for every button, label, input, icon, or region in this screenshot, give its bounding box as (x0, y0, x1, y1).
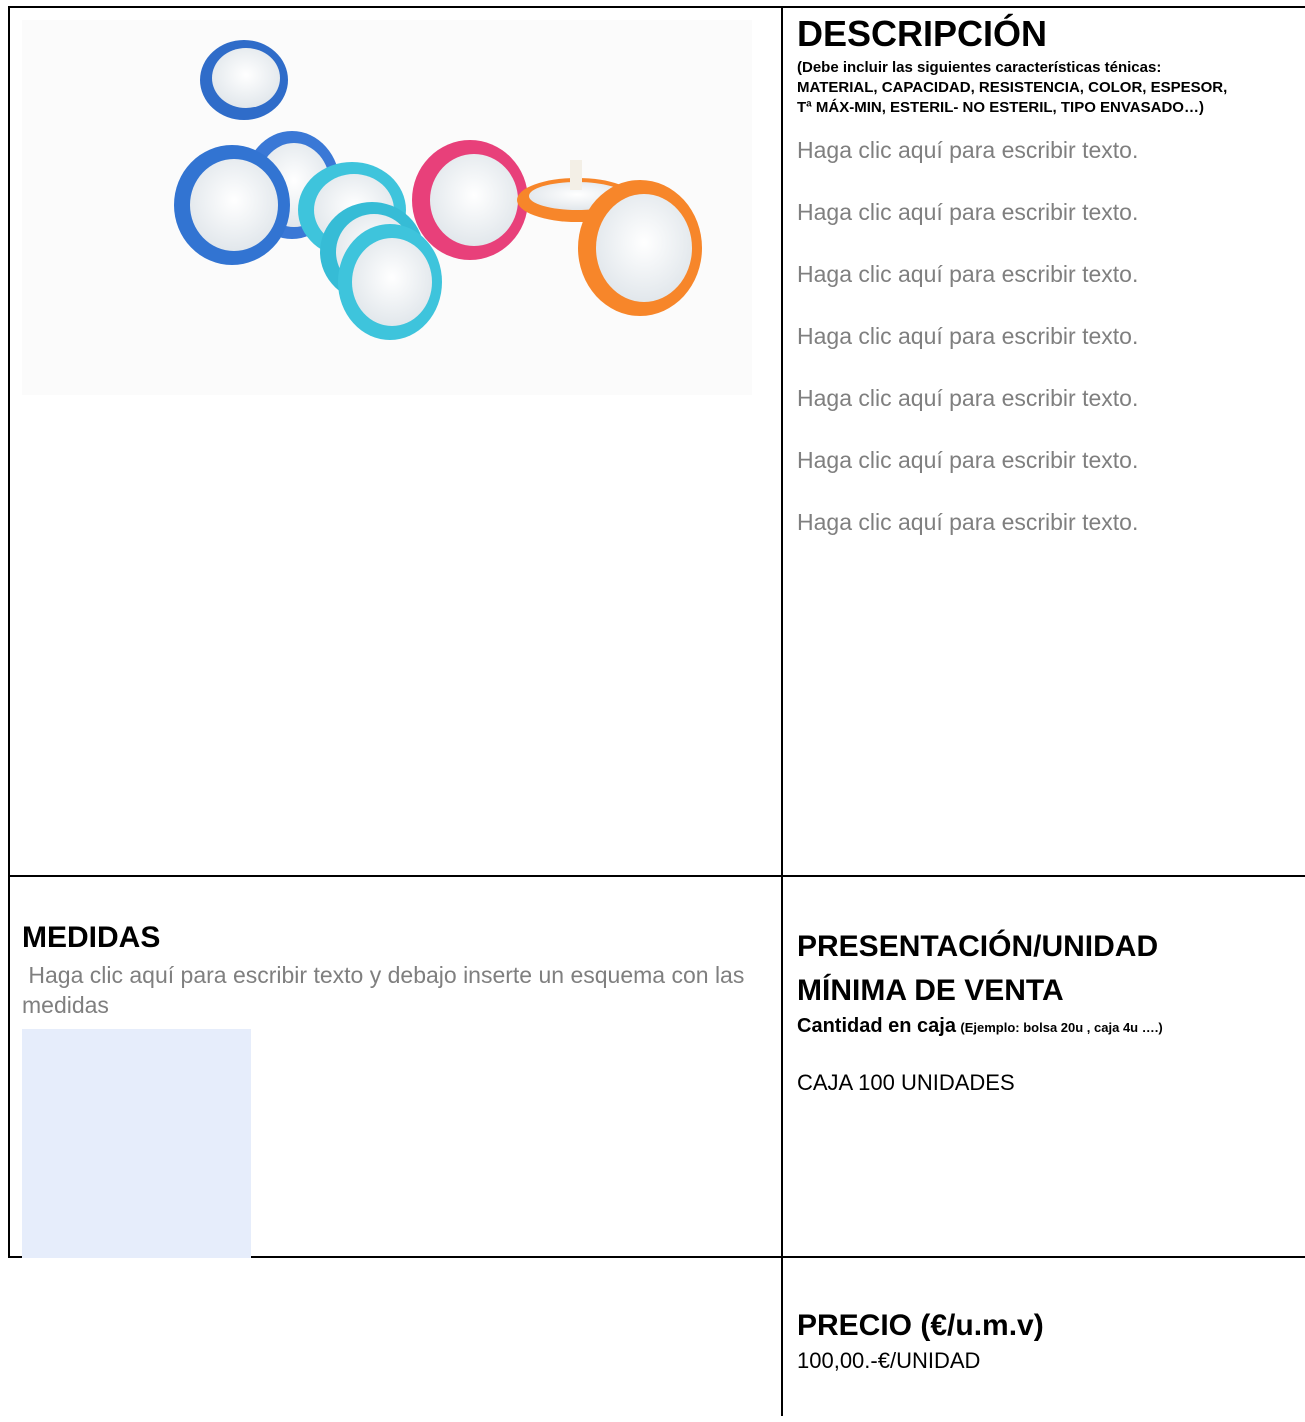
descripcion-placeholder[interactable]: Haga clic aquí para escribir texto. (797, 507, 1297, 569)
table-border-top (8, 6, 1305, 8)
presentacion-subtitle: Cantidad en caja (797, 1015, 956, 1037)
table-divider-row1 (8, 875, 1305, 877)
precio-cell: PRECIO (€/u.m.v) 100,00.-€/UNIDAD (797, 1306, 1297, 1376)
presentacion-subtitle-row: Cantidad en caja (Ejemplo: bolsa 20u , c… (797, 1015, 1302, 1038)
presentacion-value[interactable]: CAJA 100 UNIDADES (797, 1068, 1302, 1098)
descripcion-placeholder[interactable]: Haga clic aquí para escribir texto. (797, 383, 1297, 445)
descripcion-placeholder[interactable]: Haga clic aquí para escribir texto. (797, 321, 1297, 383)
medidas-schema-placeholder[interactable] (22, 1029, 251, 1258)
medidas-title: MEDIDAS (22, 921, 161, 954)
product-image (22, 20, 752, 395)
presentacion-example: (Ejemplo: bolsa 20u , caja 4u ….) (960, 1020, 1163, 1035)
table-border-left-top (8, 6, 10, 876)
medidas-cell: MEDIDAS Haga clic aquí para escribir tex… (22, 918, 772, 1020)
precio-title: PRECIO (€/u.m.v) (797, 1309, 1044, 1342)
presentacion-title-line2: MÍNIMA DE VENTA (797, 974, 1064, 1007)
syringe-filters-illustration (174, 40, 702, 340)
descripcion-cell: DESCRIPCIÓN (Debe incluir las siguientes… (797, 14, 1297, 569)
presentacion-cell: PRESENTACIÓN/UNIDAD MÍNIMA DE VENTA Cant… (797, 927, 1302, 1098)
descripcion-title: DESCRIPCIÓN (797, 13, 1048, 54)
table-divider-vertical (781, 6, 783, 1416)
table-border-left-mid (8, 876, 10, 1258)
descripcion-placeholder-list: Haga clic aquí para escribir texto. Haga… (797, 135, 1297, 569)
medidas-placeholder[interactable]: Haga clic aquí para escribir texto y deb… (22, 960, 772, 1020)
descripcion-placeholder[interactable]: Haga clic aquí para escribir texto. (797, 135, 1297, 197)
descripcion-note: (Debe incluir las siguientes característ… (797, 59, 1228, 116)
descripcion-placeholder[interactable]: Haga clic aquí para escribir texto. (797, 197, 1297, 259)
precio-value[interactable]: 100,00.-€/UNIDAD (797, 1346, 1297, 1376)
descripcion-placeholder[interactable]: Haga clic aquí para escribir texto. (797, 259, 1297, 321)
descripcion-placeholder[interactable]: Haga clic aquí para escribir texto. (797, 445, 1297, 507)
presentacion-title-line1: PRESENTACIÓN/UNIDAD (797, 930, 1159, 963)
